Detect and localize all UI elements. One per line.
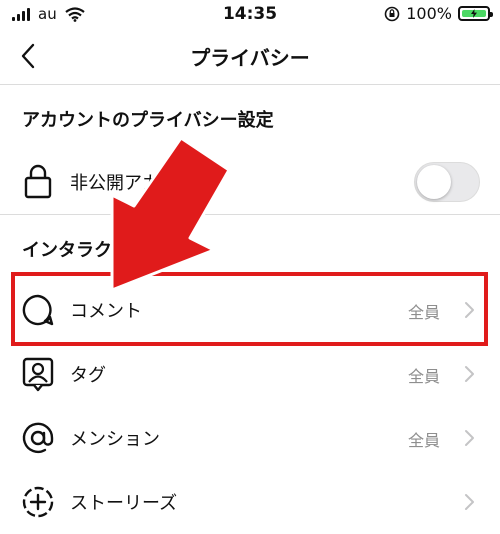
annotation-arrow xyxy=(110,136,231,292)
